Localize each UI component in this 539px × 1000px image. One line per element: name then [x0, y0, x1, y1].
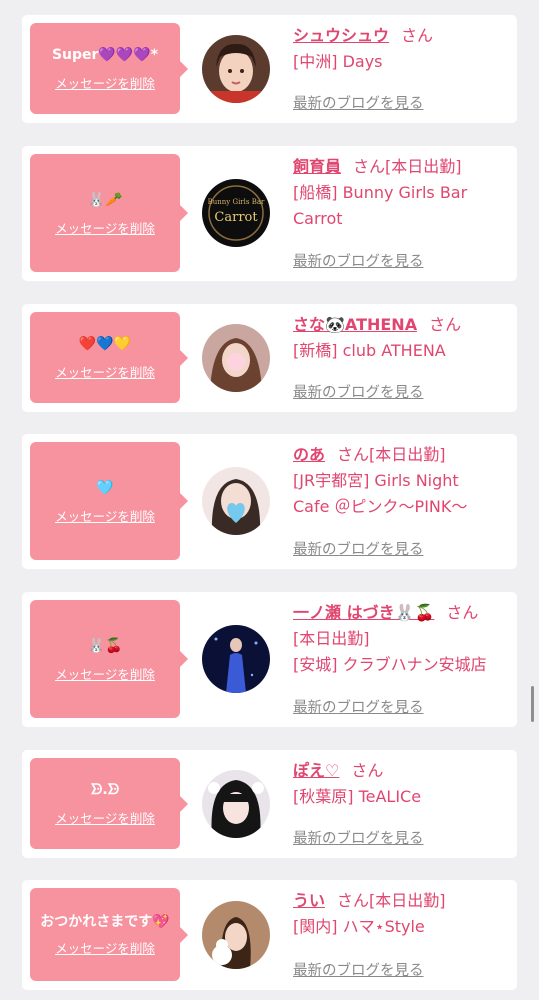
favorite-card: 🩵 メッセージを削除 のあ さん[本日出勤] [JR宇都宮] Girls Nigh…: [22, 434, 517, 569]
message-bubble: ᗦ.ᗦ メッセージを削除: [30, 758, 188, 849]
message-bubble: おつかれさまです💖 メッセージを削除: [30, 888, 188, 981]
latest-blog-link[interactable]: 最新のブログを見る: [293, 92, 424, 113]
cast-name-link[interactable]: 飼育員: [293, 157, 341, 176]
name-suffix: さん[本日出勤]: [337, 891, 446, 910]
status-line: [本日出勤]: [293, 629, 370, 648]
cast-name-link[interactable]: のあ: [293, 445, 325, 464]
avatar[interactable]: Bunny Girls Bar Carrot: [202, 179, 270, 247]
cast-info: ぽえ♡ さん [秋葉原] TeALICe: [293, 758, 508, 810]
name-suffix: さん: [401, 26, 434, 45]
avatar-photo: [202, 467, 270, 535]
latest-blog-link[interactable]: 最新のブログを見る: [293, 538, 424, 559]
avatar[interactable]: [202, 35, 270, 103]
favorite-card: ᗦ.ᗦ メッセージを削除 ぽえ♡ さん [秋葉原] TeALICe 最新のブログを…: [22, 750, 517, 858]
avatar[interactable]: [202, 625, 270, 693]
name-suffix: さん: [446, 603, 479, 622]
cast-name-link[interactable]: さな🐼ATHENA: [293, 315, 417, 334]
message-text: 🐰🍒: [87, 637, 123, 654]
cast-name-link[interactable]: うい: [293, 891, 325, 910]
name-suffix: さん: [351, 761, 384, 780]
avatar[interactable]: [202, 467, 270, 535]
shop-line: Cafe ＠ピンク〜PINK〜: [293, 497, 468, 516]
avatar-photo: [202, 625, 270, 693]
name-suffix: さん: [429, 315, 462, 334]
shop-line: [関内] ハマ⋆Style: [293, 917, 425, 936]
latest-blog-link[interactable]: 最新のブログを見る: [293, 250, 424, 271]
avatar[interactable]: [202, 770, 270, 838]
name-line: 一ノ瀬 はづき🐰🍒 さん: [293, 600, 508, 626]
name-suffix: さん[本日出勤]: [337, 445, 446, 464]
avatar-photo: [202, 901, 270, 969]
favorite-card: 🐰🍒 メッセージを削除 一ノ瀬 はづき🐰🍒 さん [本日出勤] [安城] クラブハ…: [22, 592, 517, 727]
message-text: 🐰🥕: [87, 191, 123, 208]
name-line: 飼育員 さん[本日出勤]: [293, 154, 508, 180]
cast-name-link[interactable]: 一ノ瀬 はづき🐰🍒: [293, 603, 434, 622]
delete-message-link[interactable]: メッセージを削除: [55, 664, 155, 683]
shop-line: [新橋] club ATHENA: [293, 341, 446, 360]
favorite-card: Super💜💜💜* メッセージを削除 シュウシュウ さん [中洲] Days 最新…: [22, 15, 517, 123]
shop-line: [秋葉原] TeALICe: [293, 787, 422, 806]
cast-info: 一ノ瀬 はづき🐰🍒 さん [本日出勤] [安城] クラブハナン安城店: [293, 600, 508, 678]
avatar[interactable]: [202, 324, 270, 392]
favorite-card: おつかれさまです💖 メッセージを削除 うい さん[本日出勤] [関内] ハマ⋆St…: [22, 880, 517, 990]
avatar-photo: [202, 324, 270, 392]
delete-message-link[interactable]: メッセージを削除: [55, 73, 155, 92]
shop-line: [船橋] Bunny Girls Bar: [293, 183, 468, 202]
delete-message-link[interactable]: メッセージを削除: [55, 506, 155, 525]
delete-message-link[interactable]: メッセージを削除: [55, 218, 155, 237]
latest-blog-link[interactable]: 最新のブログを見る: [293, 959, 424, 980]
message-bubble: Super💜💜💜* メッセージを削除: [30, 23, 188, 114]
message-text: 🩵: [96, 479, 114, 496]
message-text: ❤️💙💛: [78, 336, 132, 352]
cast-info: うい さん[本日出勤] [関内] ハマ⋆Style: [293, 888, 508, 940]
avatar-photo: [202, 35, 270, 103]
cast-info: 飼育員 さん[本日出勤] [船橋] Bunny Girls Bar Carrot: [293, 154, 508, 232]
name-line: シュウシュウ さん: [293, 23, 508, 49]
favorite-card: 🐰🥕 メッセージを削除 Bunny Girls Bar Carrot 飼育員 さん…: [22, 146, 517, 281]
name-suffix: さん[本日出勤]: [353, 157, 462, 176]
message-bubble: 🐰🍒 メッセージを削除: [30, 600, 188, 718]
vertical-scrollbar[interactable]: [531, 686, 534, 722]
latest-blog-link[interactable]: 最新のブログを見る: [293, 696, 424, 717]
name-line: うい さん[本日出勤]: [293, 888, 508, 914]
shop-line: [JR宇都宮] Girls Night: [293, 471, 459, 490]
cast-info: のあ さん[本日出勤] [JR宇都宮] Girls Night Cafe ＠ピンク…: [293, 442, 508, 520]
message-text: Super💜💜💜*: [51, 47, 159, 63]
cast-info: さな🐼ATHENA さん [新橋] club ATHENA: [293, 312, 508, 364]
latest-blog-link[interactable]: 最新のブログを見る: [293, 827, 424, 848]
message-bubble: 🐰🥕 メッセージを削除: [30, 154, 188, 272]
shop-line: [安城] クラブハナン安城店: [293, 655, 487, 674]
cast-name-link[interactable]: シュウシュウ: [293, 26, 389, 45]
shop-logo: Bunny Girls Bar Carrot: [202, 179, 270, 247]
message-bubble: 🩵 メッセージを削除: [30, 442, 188, 560]
shop-line: [中洲] Days: [293, 52, 383, 71]
message-text: ᗦ.ᗦ: [90, 782, 120, 798]
name-line: のあ さん[本日出勤]: [293, 442, 508, 468]
name-line: さな🐼ATHENA さん: [293, 312, 508, 338]
delete-message-link[interactable]: メッセージを削除: [55, 362, 155, 381]
delete-message-link[interactable]: メッセージを削除: [55, 808, 155, 827]
cast-info: シュウシュウ さん [中洲] Days: [293, 23, 508, 75]
shop-line: Carrot: [293, 209, 343, 228]
logo-small-text: Bunny Girls Bar: [208, 198, 265, 206]
message-bubble: ❤️💙💛 メッセージを削除: [30, 312, 188, 403]
logo-big-text: Carrot: [214, 210, 258, 225]
name-line: ぽえ♡ さん: [293, 758, 508, 784]
avatar[interactable]: [202, 901, 270, 969]
delete-message-link[interactable]: メッセージを削除: [55, 938, 155, 957]
favorite-card: ❤️💙💛 メッセージを削除 さな🐼ATHENA さん [新橋] club ATHE…: [22, 304, 517, 412]
latest-blog-link[interactable]: 最新のブログを見る: [293, 381, 424, 402]
avatar-photo: [202, 770, 270, 838]
cast-name-link[interactable]: ぽえ♡: [293, 761, 339, 780]
message-text: おつかれさまです💖: [40, 914, 170, 930]
